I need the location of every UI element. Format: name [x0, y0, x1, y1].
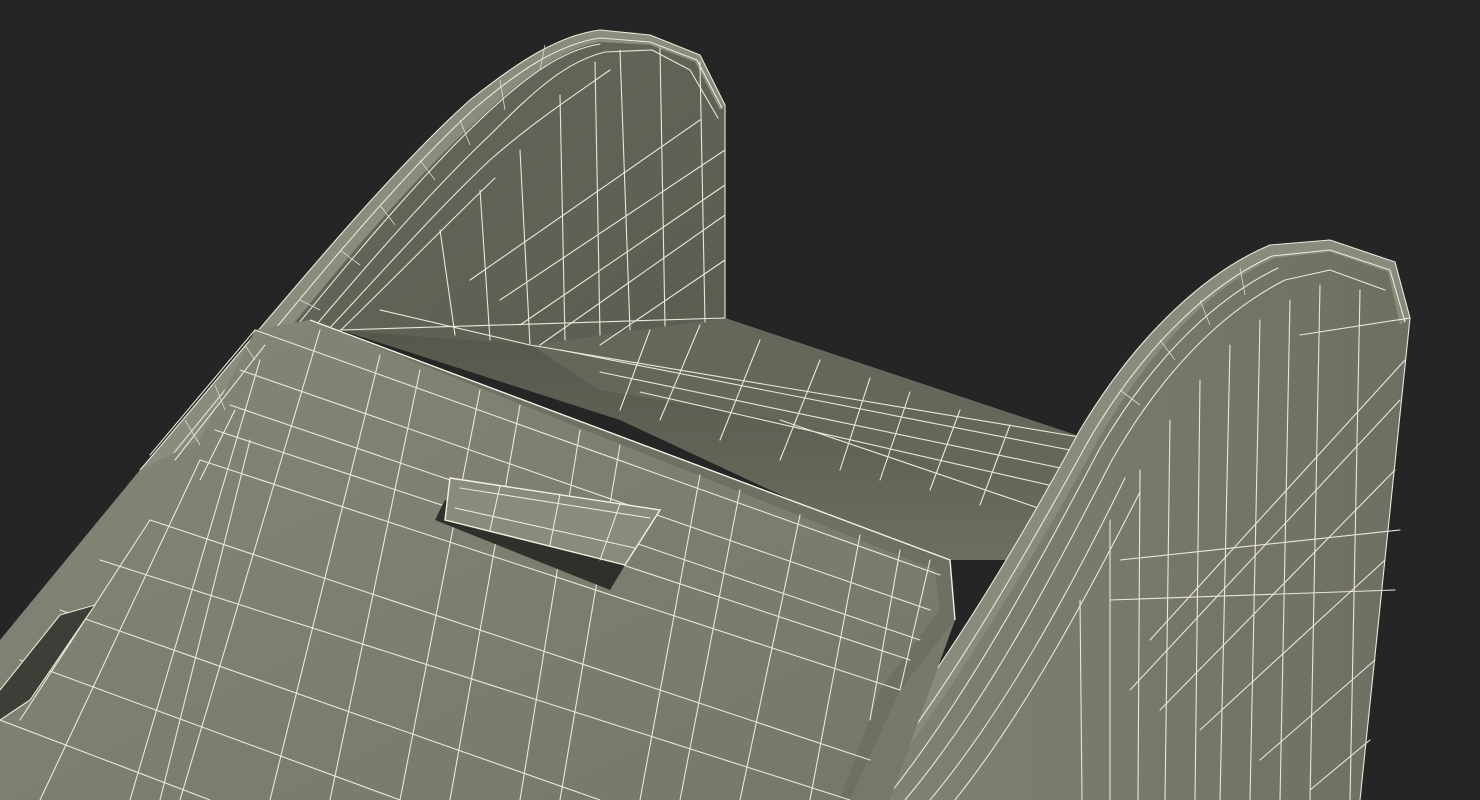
render-viewport [0, 0, 1480, 800]
wireframe-model [0, 29, 1411, 800]
